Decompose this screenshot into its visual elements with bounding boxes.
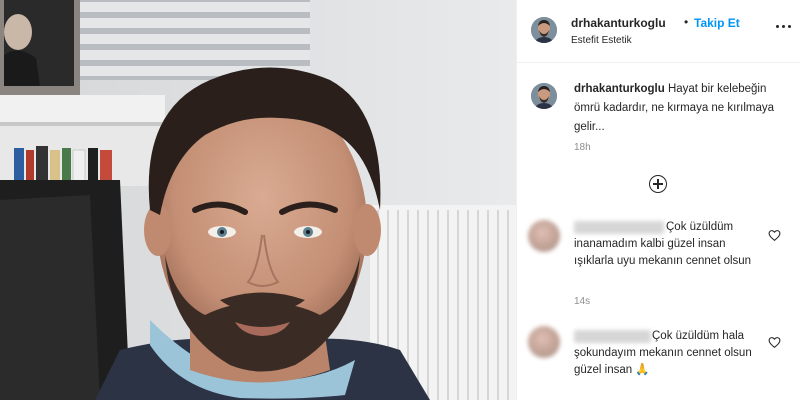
heart-icon[interactable] bbox=[768, 336, 781, 349]
caption-timestamp[interactable]: 18h bbox=[574, 142, 591, 153]
comment-timestamp[interactable]: 14s bbox=[574, 296, 590, 307]
location-link[interactable]: Estefit Estetik bbox=[571, 35, 632, 46]
separator-dot: • bbox=[684, 15, 689, 29]
plus-circle-icon[interactable] bbox=[649, 175, 667, 193]
author-avatar[interactable] bbox=[531, 17, 557, 43]
comment-text: Çok üzüldüm inanamadım kalbi güzel insan… bbox=[574, 221, 752, 267]
post-photo-image bbox=[0, 0, 516, 400]
caption: drhakanturkoglu Hayat bir kelebeğin ömrü… bbox=[574, 80, 779, 137]
post-photo[interactable] bbox=[0, 0, 516, 400]
caption-author-avatar[interactable] bbox=[531, 83, 557, 109]
commenter-avatar[interactable] bbox=[528, 326, 560, 358]
author-username-link[interactable]: drhakanturkoglu bbox=[571, 16, 666, 30]
post-header: drhakanturkoglu • Takip Et Estefit Estet… bbox=[517, 0, 800, 63]
heart-icon[interactable] bbox=[768, 229, 781, 242]
more-options-icon[interactable] bbox=[775, 20, 793, 32]
commenter-avatar[interactable] bbox=[528, 220, 560, 252]
caption-username-link[interactable]: drhakanturkoglu bbox=[574, 83, 665, 95]
comment-text: Çok üzüldüm hala şokundayım mekanın cenn… bbox=[574, 330, 752, 376]
caption-author-avatar-image bbox=[531, 83, 557, 109]
post-side-panel: drhakanturkoglu • Takip Et Estefit Estet… bbox=[516, 0, 800, 400]
follow-button[interactable]: Takip Et bbox=[694, 16, 740, 30]
author-avatar-image bbox=[531, 17, 557, 43]
